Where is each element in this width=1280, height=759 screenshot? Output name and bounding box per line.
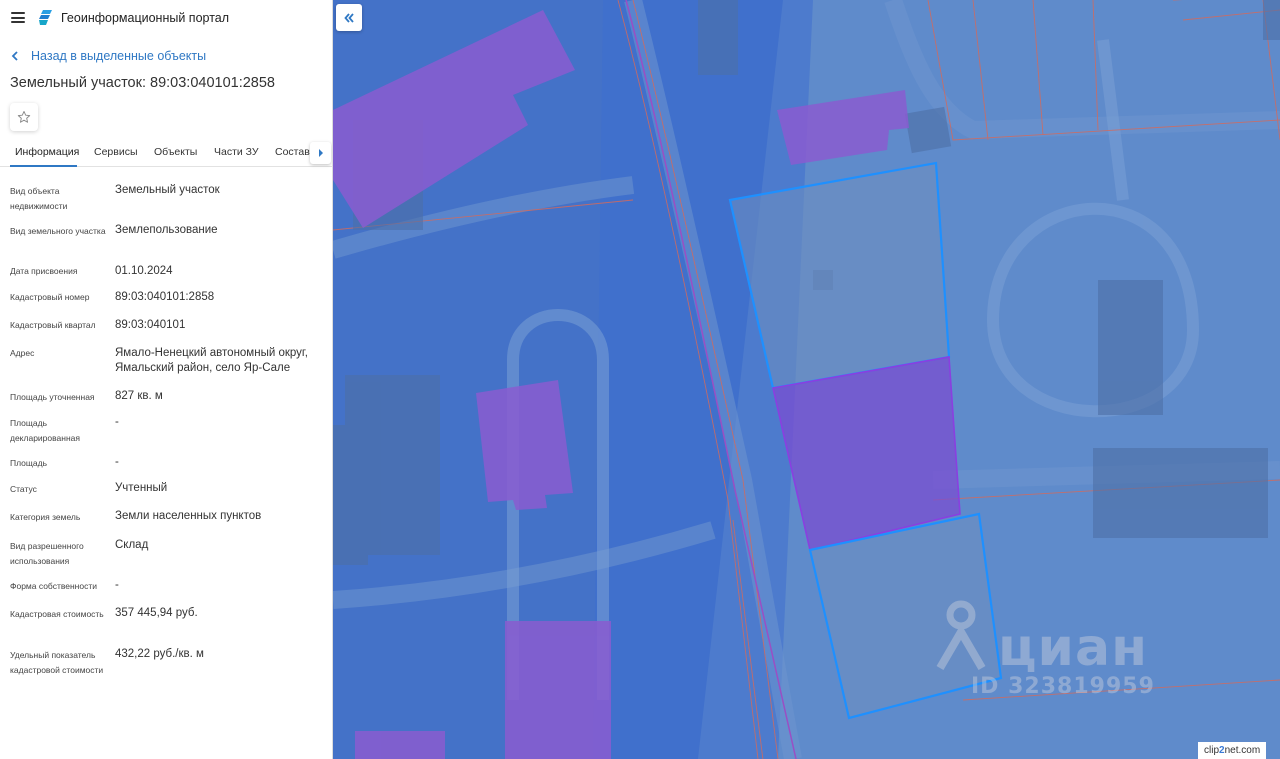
- back-link-label: Назад в выделенные объекты: [31, 49, 207, 63]
- prop-value: -: [115, 416, 119, 428]
- tabs-scroll-right-button[interactable]: [310, 142, 331, 164]
- collapse-panel-button[interactable]: [336, 4, 362, 31]
- prop-value: Земли населенных пунктов: [115, 510, 262, 522]
- clip-badge-prefix: clip: [1204, 745, 1220, 756]
- tab-bar: Информация Сервисы Объекты Части ЗУ Сост…: [0, 141, 332, 167]
- prop-value: 01.10.2024: [115, 265, 173, 277]
- top-bar: Геоинформационный портал: [0, 0, 332, 36]
- prop-value: 357 445,94 руб.: [115, 607, 198, 619]
- prop-value: Склад: [115, 539, 149, 551]
- prop-value: 432,22 руб./кв. м: [115, 648, 204, 660]
- clip-badge: clip 2 net.com: [1198, 742, 1267, 759]
- prop-value: Ямало-Ненецкий автономный округ, Ямальск…: [115, 347, 308, 374]
- watermark-id: ID 323819959: [971, 674, 1155, 699]
- active-tab-indicator: [10, 165, 77, 167]
- app-title: Геоинформационный портал: [61, 11, 230, 25]
- double-chevron-left-icon: [344, 12, 354, 23]
- info-panel: Геоинформационный портал Назад в выделен…: [0, 0, 333, 759]
- star-icon: [17, 110, 31, 123]
- prop-value: Земельный участок: [115, 184, 220, 196]
- prop-value: 89:03:040101: [115, 319, 186, 331]
- prop-label: Кадастровый квартал: [10, 320, 96, 330]
- tab-objects[interactable]: Объекты: [154, 146, 197, 158]
- prop-value: Учтенный: [115, 482, 168, 494]
- prop-label: Площадь: [10, 458, 48, 468]
- prop-label: Вид разрешенного использования: [10, 541, 84, 566]
- prop-label: Вид объекта недвижимости: [10, 186, 68, 211]
- map-view[interactable]: циан ID 323819959 clip 2 net.com: [333, 0, 1280, 759]
- back-link[interactable]: Назад в выделенные объекты: [11, 48, 206, 64]
- prop-value: -: [115, 579, 119, 591]
- prop-label: Площадь уточненная: [10, 392, 95, 402]
- prop-value: 89:03:040101:2858: [115, 291, 215, 303]
- prop-label: Кадастровый номер: [10, 292, 90, 302]
- clip-badge-suffix: net.com: [1224, 745, 1261, 756]
- prop-label: Площадь декларированная: [10, 418, 80, 443]
- cian-logo-icon: [936, 600, 986, 671]
- tab-composition[interactable]: Состав: [275, 146, 310, 158]
- prop-label: Категория земель: [10, 512, 81, 522]
- tab-services[interactable]: Сервисы: [94, 146, 138, 158]
- portal-logo-icon: [39, 10, 52, 25]
- tab-parts[interactable]: Части ЗУ: [214, 146, 259, 158]
- page-title: Земельный участок: 89:03:040101:2858: [10, 75, 275, 91]
- chevron-left-icon: [11, 51, 18, 61]
- tab-information[interactable]: Информация: [15, 146, 79, 158]
- prop-label: Форма собственности: [10, 581, 97, 591]
- prop-label: Адрес: [10, 348, 35, 358]
- prop-value: 827 кв. м: [115, 390, 163, 402]
- prop-label: Дата присвоения: [10, 266, 78, 276]
- prop-value: Землепользование: [115, 224, 218, 236]
- prop-label: Статус: [10, 484, 37, 494]
- prop-label: Удельный показатель кадастровой стоимост…: [10, 650, 104, 675]
- watermark-brand: циан: [998, 618, 1148, 678]
- caret-right-icon: [318, 149, 323, 157]
- prop-label: Вид земельного участка: [10, 226, 106, 236]
- watermark: циан ID 323819959: [936, 600, 1166, 700]
- favorite-button[interactable]: [10, 103, 38, 131]
- prop-value: -: [115, 456, 119, 468]
- prop-label: Кадастровая стоимость: [10, 609, 104, 619]
- menu-icon[interactable]: [11, 12, 25, 23]
